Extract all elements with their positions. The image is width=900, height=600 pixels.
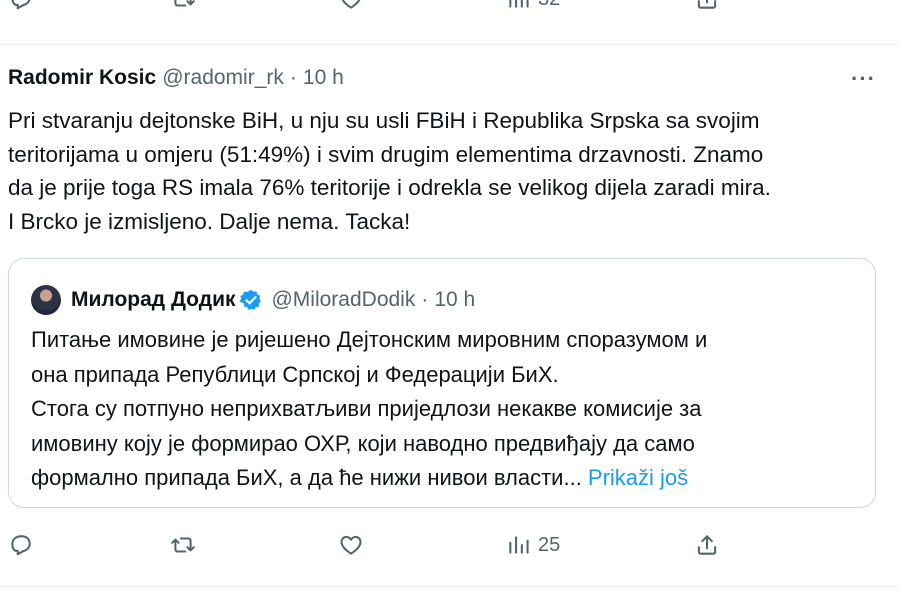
prev-views-button[interactable]: 32 xyxy=(506,0,560,12)
tweet-divider-top xyxy=(0,44,900,45)
more-icon[interactable]: ··· xyxy=(851,66,876,92)
tweet[interactable]: Radomir Kosic @radomir_rk · 10 h ··· Pri… xyxy=(0,52,900,586)
prev-like-button[interactable] xyxy=(338,0,364,12)
prev-retweet-button[interactable] xyxy=(170,0,196,12)
like-button[interactable] xyxy=(338,532,364,558)
share-icon xyxy=(697,0,717,9)
retweet-button[interactable] xyxy=(170,532,196,558)
quoted-tweet-text: Питање имовине је ријешено Дејтонским ми… xyxy=(31,323,861,496)
quoted-tweet[interactable]: Милорад Додик @MiloradDodik · 10 h Питањ… xyxy=(8,258,876,508)
separator-dot: · xyxy=(289,66,297,89)
retweet-icon xyxy=(174,0,195,7)
views-icon xyxy=(509,0,529,8)
retweet-icon xyxy=(171,537,195,553)
tweet-divider-bottom xyxy=(0,586,900,587)
views-icon xyxy=(509,536,529,554)
quoted-separator-dot: · xyxy=(421,288,429,311)
quoted-timestamp: 10 h xyxy=(434,288,476,311)
prev-reply-button[interactable] xyxy=(8,0,34,12)
prev-tweet-action-bar: 32 xyxy=(0,0,900,26)
author-handle[interactable]: @radomir_rk xyxy=(162,66,284,90)
views-button[interactable]: 25 xyxy=(506,532,560,558)
quoted-tweet-header: Милорад Додик @MiloradDodik · 10 h xyxy=(31,285,475,315)
share-button[interactable] xyxy=(694,532,720,558)
quoted-author-name: Милорад Додик xyxy=(71,288,236,311)
prev-share-button[interactable] xyxy=(694,0,720,12)
like-icon xyxy=(340,535,362,555)
tweet-timestamp[interactable]: 10 h xyxy=(303,66,344,90)
views-count: 25 xyxy=(538,533,561,556)
prev-views-count: 32 xyxy=(538,0,560,11)
tweet-header: Radomir Kosic @radomir_rk · 10 h xyxy=(8,66,344,90)
author-name[interactable]: Radomir Kosic xyxy=(8,66,156,90)
show-more-link[interactable]: Prikaži još xyxy=(588,465,688,490)
reply-icon xyxy=(11,0,31,10)
tweet-text: Pri stvaranju dejtonske BiH, u nju su us… xyxy=(8,108,771,234)
share-icon xyxy=(697,535,717,555)
reply-icon xyxy=(11,535,31,556)
tweet-action-bar: 25 xyxy=(0,528,900,568)
verified-badge-icon xyxy=(240,289,262,310)
like-icon xyxy=(341,0,361,9)
reply-button[interactable] xyxy=(8,532,34,558)
quoted-author-handle: @MiloradDodik xyxy=(271,288,416,311)
avatar[interactable] xyxy=(31,285,61,315)
